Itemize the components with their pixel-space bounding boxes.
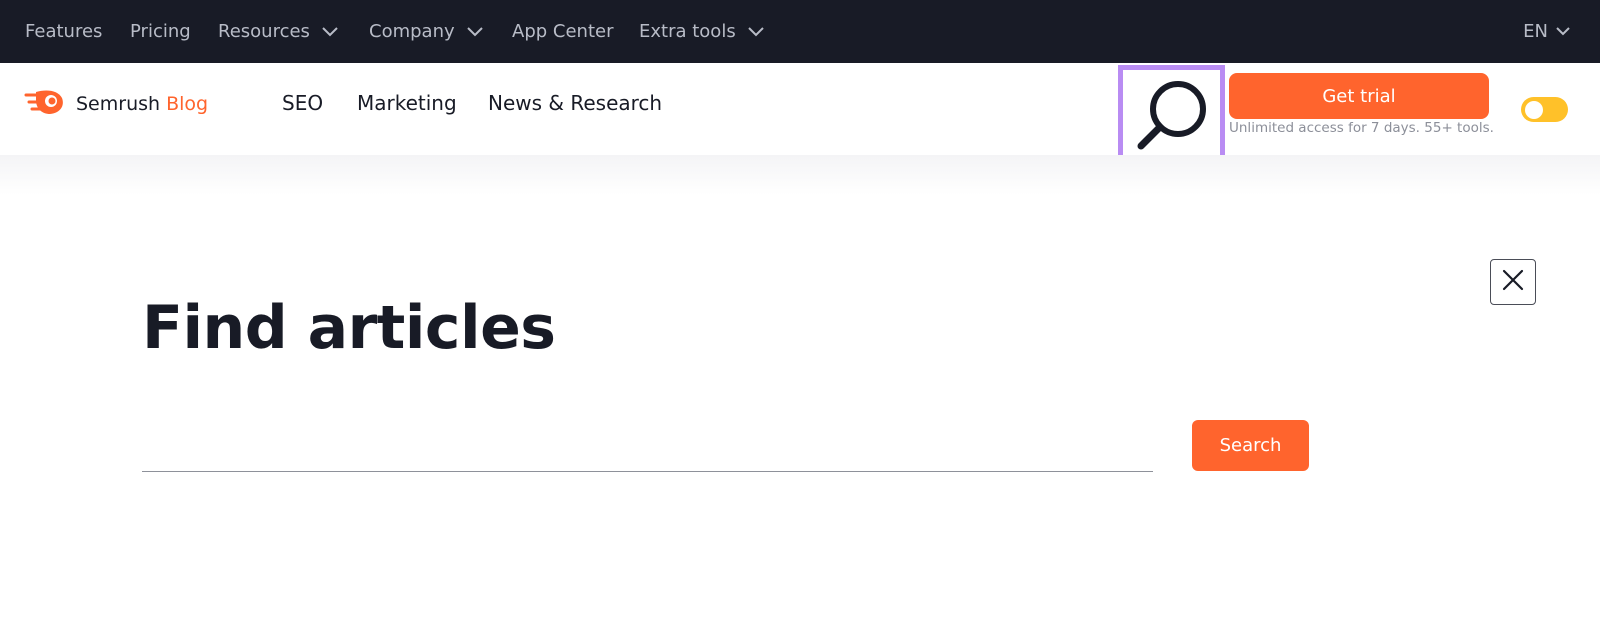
get-trial-button[interactable]: Get trial bbox=[1229, 73, 1489, 119]
topnav-app-center-label: App Center bbox=[512, 21, 614, 42]
close-icon bbox=[1502, 269, 1524, 295]
logo-brand-text: Semrush bbox=[76, 93, 161, 115]
topnav-company-label: Company bbox=[369, 21, 455, 42]
topnav-company[interactable]: Company bbox=[369, 0, 483, 63]
chevron-down-icon bbox=[1556, 27, 1570, 36]
search-input[interactable] bbox=[142, 420, 1153, 472]
logo-blog-text: Blog bbox=[166, 93, 209, 115]
chevron-down-icon bbox=[466, 26, 483, 37]
header-shadow bbox=[0, 155, 1600, 195]
topnav-pricing-label: Pricing bbox=[130, 21, 191, 42]
top-navigation-bar: Features Pricing Resources Company App C… bbox=[0, 0, 1600, 63]
chevron-down-icon bbox=[747, 26, 764, 37]
topnav-features[interactable]: Features bbox=[25, 0, 102, 63]
semrush-blog-logo[interactable]: Semrush Blog bbox=[24, 89, 208, 119]
page-title: Find articles bbox=[142, 293, 556, 363]
topnav-extra-tools-label: Extra tools bbox=[639, 21, 736, 42]
blog-header: Semrush Blog SEO Marketing News & Resear… bbox=[0, 63, 1600, 170]
topnav-extra-tools[interactable]: Extra tools bbox=[639, 0, 764, 63]
search-icon bbox=[1133, 77, 1211, 159]
chevron-down-icon bbox=[322, 26, 338, 37]
nav-marketing[interactable]: Marketing bbox=[357, 91, 457, 115]
topnav-features-label: Features bbox=[25, 21, 103, 42]
theme-toggle[interactable] bbox=[1521, 97, 1568, 122]
nav-news-research[interactable]: News & Research bbox=[488, 91, 662, 115]
nav-seo[interactable]: SEO bbox=[282, 91, 323, 115]
topnav-pricing[interactable]: Pricing bbox=[130, 0, 191, 63]
close-button[interactable] bbox=[1490, 259, 1536, 305]
semrush-flame-icon bbox=[24, 88, 66, 120]
toggle-knob bbox=[1525, 100, 1543, 119]
trial-subtitle: Unlimited access for 7 days. 55+ tools. bbox=[1229, 120, 1494, 136]
topnav-resources-label: Resources bbox=[218, 21, 310, 42]
search-button[interactable]: Search bbox=[1192, 420, 1309, 471]
topnav-app-center[interactable]: App Center bbox=[512, 0, 613, 63]
language-selector[interactable]: EN bbox=[1523, 0, 1570, 63]
language-label: EN bbox=[1523, 21, 1548, 42]
topnav-resources[interactable]: Resources bbox=[218, 0, 338, 63]
